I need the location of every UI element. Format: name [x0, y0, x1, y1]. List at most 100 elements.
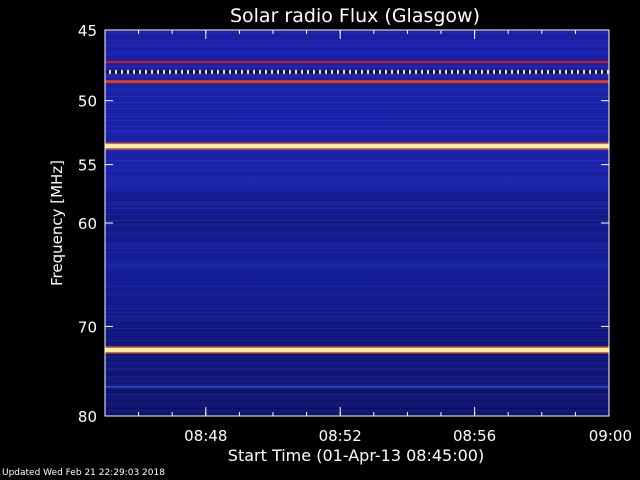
texture-stripe [105, 310, 609, 311]
texture-stripe [105, 216, 609, 217]
texture-stripe [105, 174, 609, 175]
texture-stripe [105, 294, 609, 295]
emission-band-dot [589, 69, 591, 74]
emission-band-dot [277, 69, 279, 74]
texture-stripe [105, 214, 609, 215]
emission-band-dot [469, 69, 471, 74]
emission-band-dot [139, 69, 141, 74]
emission-band-dot [571, 69, 573, 74]
emission-band-dot [265, 69, 267, 74]
texture-stripe [105, 66, 609, 67]
y-tick-label: 55 [78, 157, 97, 175]
texture-stripe [105, 160, 609, 161]
emission-band [105, 144, 609, 149]
emission-band-dot [595, 69, 597, 74]
texture-stripe [105, 88, 609, 89]
x-tick-label: 08:56 [453, 427, 496, 445]
emission-band-dot [319, 69, 321, 74]
emission-band-dot [559, 69, 561, 74]
emission-band-dot [247, 69, 249, 74]
texture-stripe [105, 68, 609, 69]
texture-stripe [105, 398, 609, 399]
texture-stripe [105, 134, 609, 135]
texture-stripe [105, 228, 609, 229]
x-tick-label: 09:00 [589, 427, 632, 445]
texture-stripe [105, 54, 609, 55]
texture-stripe [105, 200, 609, 201]
texture-stripe [105, 92, 609, 93]
emission-band-dot [307, 69, 309, 74]
chart-title: Solar radio Flux (Glasgow) [230, 5, 480, 27]
texture-stripe [105, 298, 609, 299]
emission-band-dot [163, 69, 165, 74]
emission-band-dot [433, 69, 435, 74]
texture-stripe [105, 38, 609, 39]
texture-stripe [105, 270, 609, 271]
y-tick-label: 45 [78, 22, 97, 40]
texture-stripe [105, 256, 609, 257]
emission-band-dot [391, 69, 393, 74]
emission-band-dot [253, 69, 255, 74]
texture-stripe [105, 414, 609, 415]
emission-band-dot [121, 69, 123, 74]
texture-stripe [105, 252, 609, 253]
y-tick-label: 50 [78, 93, 97, 111]
emission-band-dot [451, 69, 453, 74]
texture-stripe [105, 258, 609, 259]
texture-stripe [105, 118, 609, 119]
texture-stripe [105, 130, 609, 131]
texture-stripe [105, 242, 609, 243]
texture-stripe [105, 120, 609, 121]
x-axis-label: Start Time (01-Apr-13 08:45:00) [228, 446, 484, 465]
texture-stripe [105, 320, 609, 321]
texture-stripe [105, 244, 609, 245]
emission-band-dot [487, 69, 489, 74]
emission-band-dot [553, 69, 555, 74]
texture-stripe [105, 224, 609, 225]
texture-stripe [105, 94, 609, 95]
texture-stripe [105, 358, 609, 359]
texture-stripe [105, 330, 609, 331]
texture-stripe [105, 378, 609, 379]
emission-band-dot [157, 69, 159, 74]
texture-stripe [105, 210, 609, 211]
texture-stripe [105, 390, 609, 391]
emission-band-dot [409, 69, 411, 74]
texture-stripe [105, 158, 609, 159]
texture-stripe [105, 322, 609, 323]
texture-stripe [105, 274, 609, 275]
emission-band-dot [115, 69, 117, 74]
emission-band-dot [235, 69, 237, 74]
texture-stripe [105, 306, 609, 307]
texture-stripe [105, 290, 609, 291]
texture-stripe [105, 280, 609, 281]
texture-stripe [105, 36, 609, 37]
texture-stripe [105, 334, 609, 335]
emission-band-dot [169, 69, 171, 74]
texture-stripe [105, 240, 609, 241]
emission-band-dot [187, 69, 189, 74]
emission-band-dot [343, 69, 345, 74]
emission-band-dot [349, 69, 351, 74]
emission-band-dot [427, 69, 429, 74]
texture-stripe [105, 234, 609, 235]
emission-band [105, 386, 609, 388]
texture-stripe [105, 76, 609, 77]
texture-stripe [105, 168, 609, 169]
texture-stripe [105, 382, 609, 383]
emission-band-dot [517, 69, 519, 74]
y-tick-label: 60 [78, 215, 97, 233]
y-tick-label: 70 [78, 318, 97, 336]
texture-stripe [105, 58, 609, 59]
x-tick-label: 08:48 [184, 427, 227, 445]
texture-stripe [105, 408, 609, 409]
texture-stripe [105, 166, 609, 167]
texture-stripe [105, 104, 609, 105]
emission-band-dot [403, 69, 405, 74]
emission-band-dot [367, 69, 369, 74]
emission-band-dot [457, 69, 459, 74]
texture-stripe [105, 206, 609, 207]
texture-stripe [105, 248, 609, 249]
emission-band-dot [325, 69, 327, 74]
texture-stripe [105, 326, 609, 327]
